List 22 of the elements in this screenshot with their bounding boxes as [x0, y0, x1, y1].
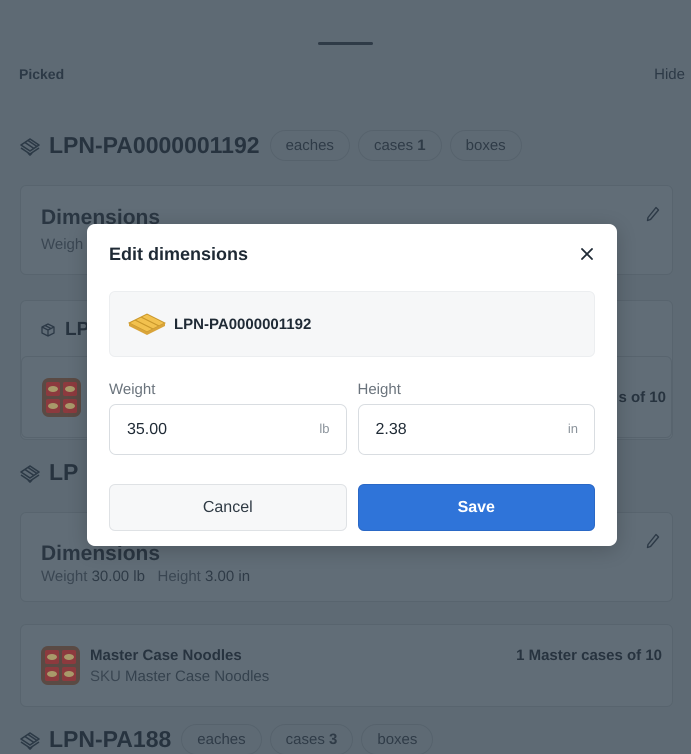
field-label: Weight: [109, 381, 156, 400]
card-title: Dimensions: [41, 205, 162, 231]
cube-icon: [41, 323, 55, 337]
close-icon: [581, 248, 593, 260]
drag-handle[interactable]: [318, 42, 373, 45]
lpn-title: LPN-PA188: [49, 726, 172, 752]
pencil-icon[interactable]: [646, 533, 660, 549]
dialog-title: Edit dimensions: [109, 244, 248, 264]
pencil-icon[interactable]: [646, 206, 660, 222]
cancel-button[interactable]: Cancel: [109, 484, 346, 531]
card-title: Dimensions: [41, 541, 162, 567]
unit-label: lb: [319, 421, 330, 436]
lpn-title: LPN-PA0000001192: [49, 132, 260, 158]
quantity-text: s of 10: [618, 388, 666, 406]
pallet-icon: [128, 311, 166, 337]
save-button[interactable]: Save: [358, 484, 595, 531]
quantity-text: 1 Master cases of 10: [516, 647, 662, 664]
close-button[interactable]: [579, 246, 595, 262]
item-name: Master Case Noodles: [90, 646, 243, 664]
field-label: Height: [358, 381, 402, 400]
unit-label: in: [568, 421, 578, 436]
lpn-code: LPN-PA0000001192: [174, 316, 312, 332]
